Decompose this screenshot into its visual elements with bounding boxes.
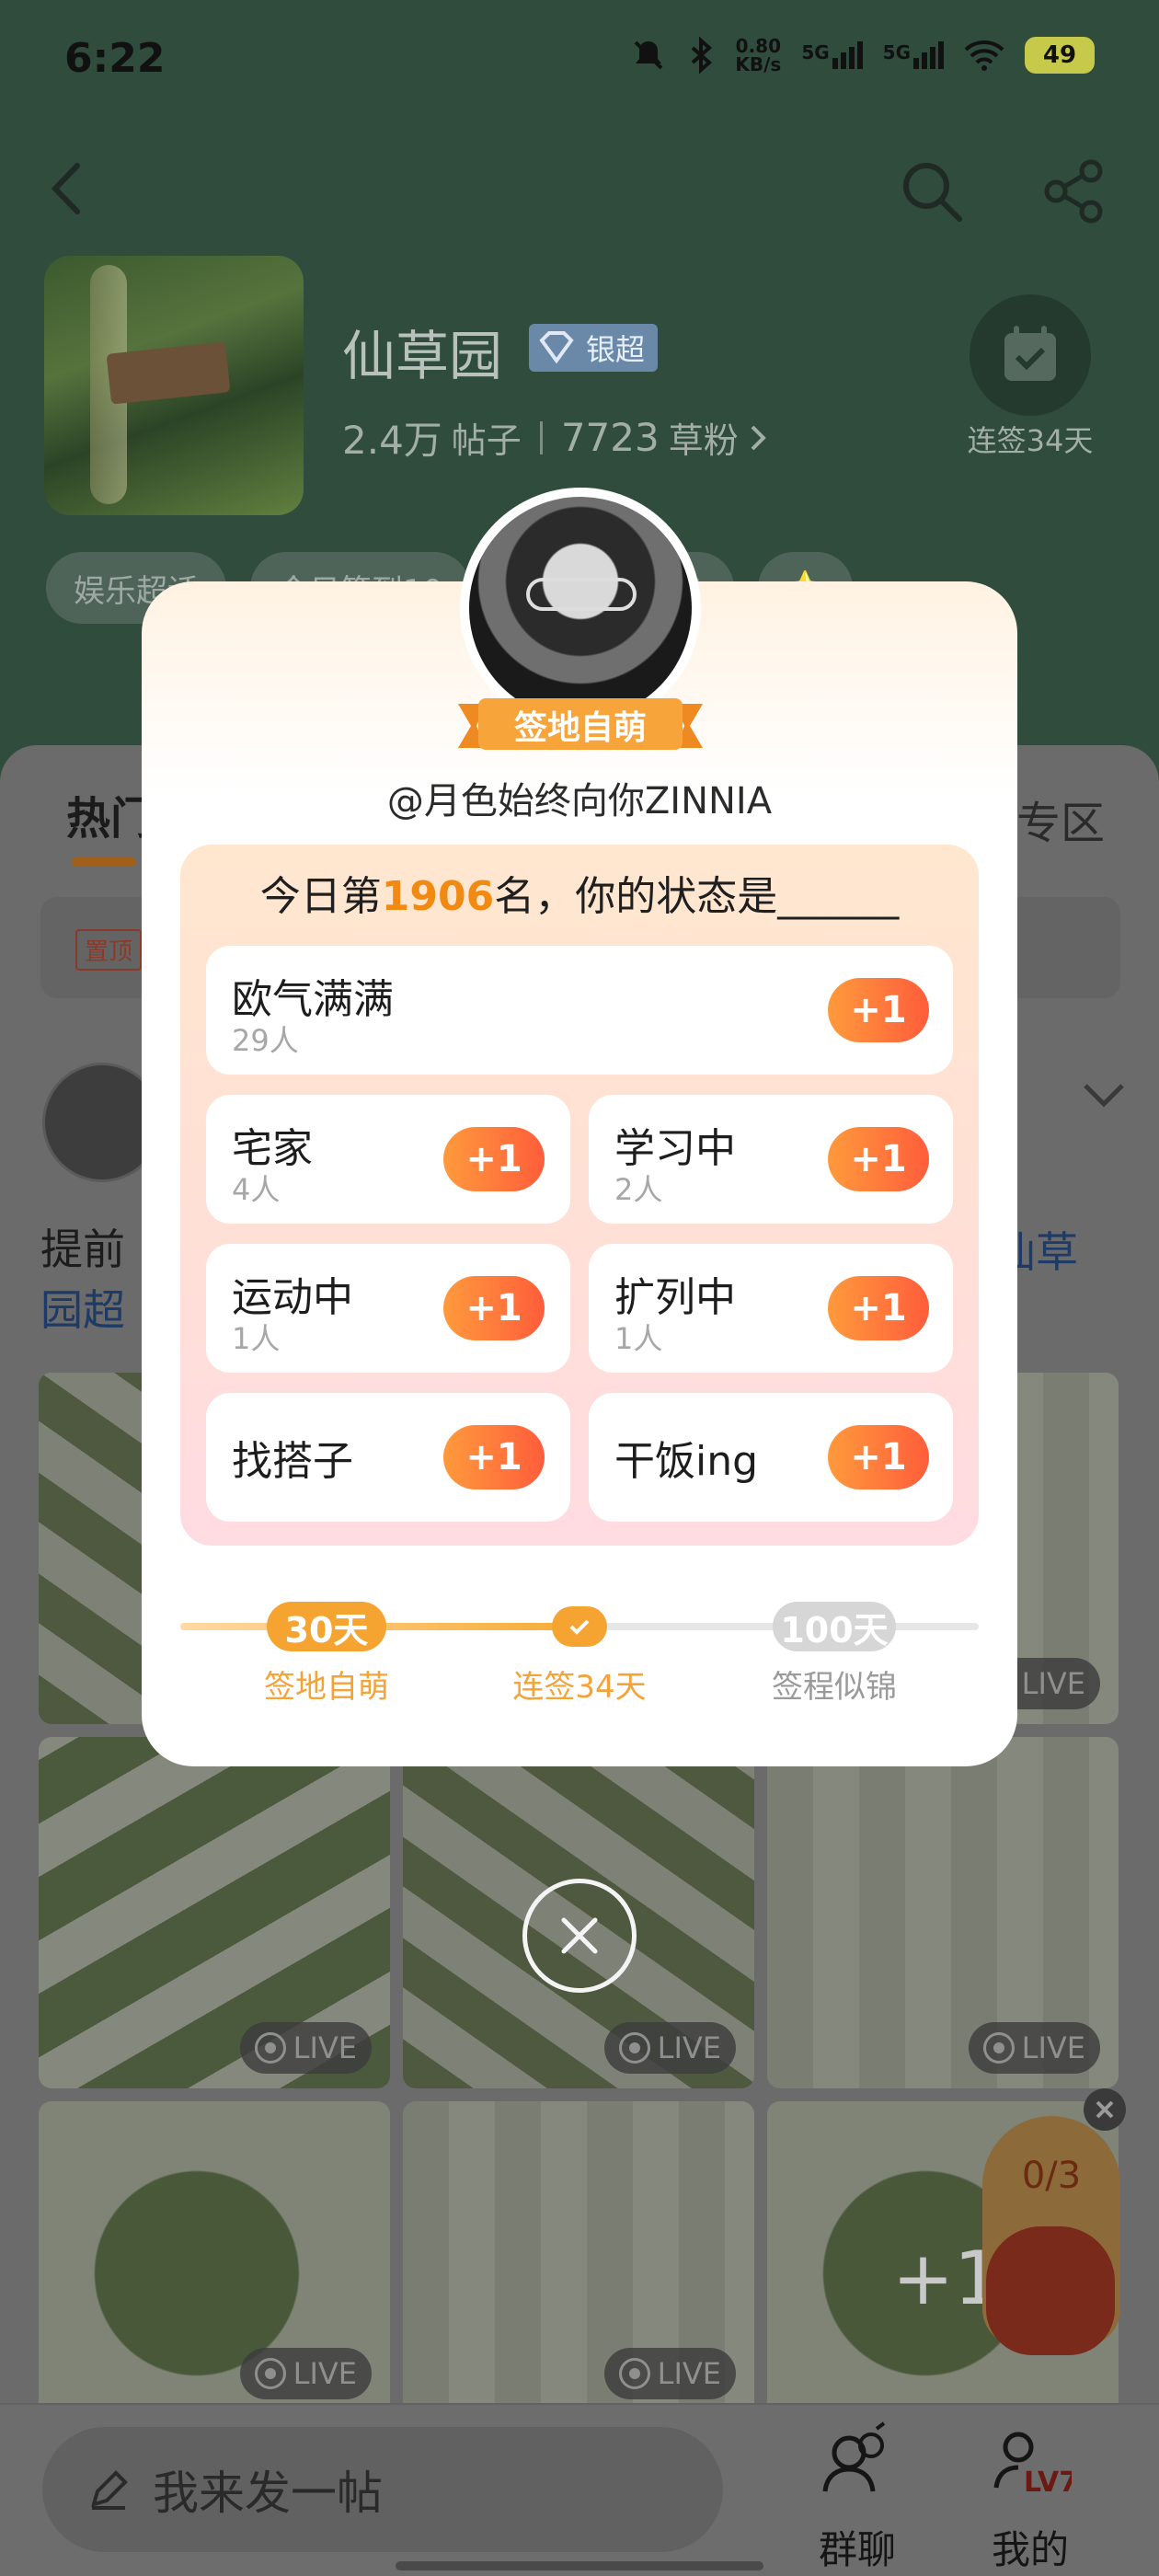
- modal-username: @月色始终向你ZINNIA: [386, 780, 773, 822]
- plus-one-button[interactable]: +1: [443, 1276, 545, 1340]
- status-option[interactable]: 学习中 2人 +1: [589, 1095, 953, 1224]
- status-option[interactable]: 宅家 4人 +1: [206, 1095, 570, 1224]
- milestone-label: 签地自萌: [264, 1669, 389, 1706]
- milestone-current-check: [552, 1606, 607, 1647]
- plus-one-button[interactable]: +1: [828, 1276, 929, 1340]
- status-option[interactable]: 干饭ing +1: [589, 1393, 953, 1522]
- status-option-count: 29人: [232, 1023, 299, 1058]
- status-question: 今日第1906名，你的状态是______: [180, 863, 979, 922]
- status-option-name: 找搭子: [232, 1438, 353, 1485]
- checkin-rank: 1906: [381, 873, 495, 920]
- plus-one-button[interactable]: +1: [443, 1425, 545, 1489]
- user-avatar: [469, 497, 692, 719]
- milestone-label: 签程似锦: [772, 1669, 897, 1706]
- close-modal-button[interactable]: [522, 1879, 637, 1993]
- milestone-pill-100: 100天: [773, 1602, 896, 1651]
- status-option-count: 2人: [614, 1172, 663, 1207]
- status-option[interactable]: 运动中 1人 +1: [206, 1244, 570, 1373]
- ribbon-title: 签地自萌: [513, 709, 647, 747]
- plus-one-button[interactable]: +1: [828, 978, 929, 1042]
- status-option-name: 欧气满满: [232, 976, 394, 1023]
- avatar-detail: [526, 578, 637, 611]
- status-option[interactable]: 欧气满满 29人 +1: [206, 946, 953, 1075]
- status-option[interactable]: 找搭子 +1: [206, 1393, 570, 1522]
- status-option-name: 学习中: [614, 1125, 736, 1172]
- status-option-name: 扩列中: [614, 1274, 736, 1321]
- status-option-count: 4人: [232, 1172, 281, 1207]
- plus-one-button[interactable]: +1: [828, 1425, 929, 1489]
- status-option-count: 1人: [232, 1321, 281, 1356]
- status-option-name: 干饭ing: [614, 1438, 759, 1485]
- plus-one-button[interactable]: +1: [443, 1127, 545, 1191]
- status-option-name: 宅家: [232, 1125, 313, 1172]
- status-option-count: 1人: [614, 1321, 663, 1356]
- status-suffix: 名，你的状态是______: [494, 873, 900, 920]
- status-prefix: 今日第: [259, 873, 382, 920]
- milestone-pill-30: 30天: [267, 1602, 386, 1651]
- plus-one-button[interactable]: +1: [828, 1127, 929, 1191]
- streak-progress-fill: [180, 1623, 595, 1630]
- close-icon: [561, 1917, 598, 1954]
- status-option-name: 运动中: [232, 1274, 353, 1321]
- check-icon: [569, 1619, 590, 1635]
- milestone-label: 连签34天: [512, 1669, 647, 1706]
- status-option[interactable]: 扩列中 1人 +1: [589, 1244, 953, 1373]
